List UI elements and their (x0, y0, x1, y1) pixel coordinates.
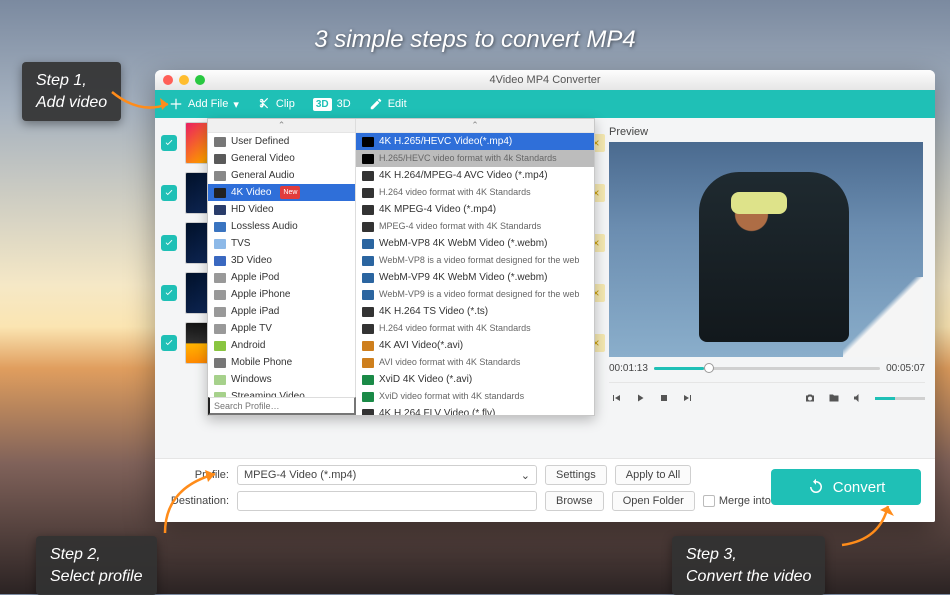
toolbar: Add File ▾ Clip 3D 3D Edit (155, 90, 935, 118)
window-title: 4Video MP4 Converter (155, 74, 935, 86)
zoom-icon[interactable] (195, 75, 205, 85)
checkbox-icon[interactable] (161, 185, 177, 201)
profile-format-item[interactable]: AVI video format with 4K Standards (356, 354, 594, 371)
profile-format-item[interactable]: 4K AVI Video(*.avi) (356, 337, 594, 354)
profile-category-item[interactable]: 4K VideoNew (208, 184, 355, 201)
next-button[interactable] (681, 391, 695, 405)
prev-button[interactable] (609, 391, 623, 405)
edit-icon (369, 97, 383, 111)
add-file-label: Add File (188, 98, 228, 110)
profile-category-item[interactable]: Apple iPhone (208, 286, 355, 303)
profile-format-item[interactable]: XviD video format with 4K standards (356, 388, 594, 405)
play-button[interactable] (633, 391, 647, 405)
profile-format-item[interactable]: H.264 video format with 4K Standards (356, 320, 594, 337)
time-current: 00:01:13 (609, 363, 648, 374)
scissors-icon (257, 97, 271, 111)
add-file-caret: ▾ (233, 98, 239, 111)
profile-format-item[interactable]: WebM-VP9 4K WebM Video (*.webm) (356, 269, 594, 286)
chevron-down-icon: ⌄ (521, 469, 530, 482)
profile-format-item[interactable]: 4K H.264 FLV Video (*.flv) (356, 405, 594, 415)
profile-category-item[interactable]: Apple TV (208, 320, 355, 337)
profile-category-item[interactable]: Apple iPad (208, 303, 355, 320)
destination-input[interactable] (237, 491, 537, 511)
edit-label: Edit (388, 98, 407, 110)
profile-format-item[interactable]: 4K MPEG-4 Video (*.mp4) (356, 201, 594, 218)
checkbox-icon[interactable] (161, 135, 177, 151)
bottom-bar: Profile: MPEG-4 Video (*.mp4) ⌄ Settings… (155, 458, 935, 522)
profile-category-item[interactable]: TVS (208, 235, 355, 252)
checkbox-icon[interactable] (161, 235, 177, 251)
browse-button[interactable]: Browse (545, 491, 604, 511)
stop-button[interactable] (657, 391, 671, 405)
preview-video (609, 142, 923, 357)
close-icon[interactable] (163, 75, 173, 85)
profile-category-item[interactable]: 3D Video (208, 252, 355, 269)
minimize-icon[interactable] (179, 75, 189, 85)
open-folder-button[interactable]: Open Folder (612, 491, 695, 511)
profile-dropdown-menu[interactable]: ⌃ User DefinedGeneral VideoGeneral Audio… (207, 118, 595, 416)
apply-all-button[interactable]: Apply to All (615, 465, 691, 485)
titlebar: 4Video MP4 Converter (155, 70, 935, 90)
profile-search-input[interactable] (208, 397, 356, 415)
profile-format-item[interactable]: H.264 video format with 4K Standards (356, 184, 594, 201)
convert-button[interactable]: Convert (771, 469, 921, 505)
profile-category-item[interactable]: General Video (208, 150, 355, 167)
callout-step2: Step 2, Select profile (36, 536, 157, 595)
3d-label: 3D (337, 98, 351, 110)
callout-step1: Step 1, Add video (22, 62, 121, 121)
profile-category-item[interactable]: Windows (208, 371, 355, 388)
profile-formats[interactable]: ⌃ 4K H.265/HEVC Video(*.mp4)H.265/HEVC v… (356, 119, 594, 415)
checkbox-icon[interactable] (161, 335, 177, 351)
profile-category-item[interactable]: HD Video (208, 201, 355, 218)
profile-format-item[interactable]: XviD 4K Video (*.avi) (356, 371, 594, 388)
3d-icon: 3D (313, 98, 332, 111)
callout-step3: Step 3, Convert the video (672, 536, 825, 595)
clip-button[interactable]: Clip (257, 97, 295, 111)
profile-category-item[interactable]: Lossless Audio (208, 218, 355, 235)
checkbox-icon[interactable] (161, 285, 177, 301)
convert-icon (807, 478, 825, 496)
snapshot-button[interactable] (803, 391, 817, 405)
add-file-icon (169, 97, 183, 111)
profile-format-item[interactable]: WebM-VP8 4K WebM Video (*.webm) (356, 235, 594, 252)
volume-icon[interactable] (851, 391, 865, 405)
profile-format-item[interactable]: H.265/HEVC video format with 4k Standard… (356, 150, 594, 167)
profile-format-item[interactable]: 4K H.265/HEVC Video(*.mp4) (356, 133, 594, 150)
profile-category-item[interactable]: General Audio (208, 167, 355, 184)
add-file-button[interactable]: Add File ▾ (169, 97, 239, 111)
3d-button[interactable]: 3D 3D (313, 98, 351, 111)
profile-category-item[interactable]: User Defined (208, 133, 355, 150)
edit-button[interactable]: Edit (369, 97, 407, 111)
convert-label: Convert (833, 479, 886, 496)
profile-category-item[interactable]: Apple iPod (208, 269, 355, 286)
profile-category-item[interactable]: Mobile Phone (208, 354, 355, 371)
seek-slider[interactable] (654, 367, 880, 370)
profile-format-item[interactable]: WebM-VP8 is a video format designed for … (356, 252, 594, 269)
profile-select[interactable]: MPEG-4 Video (*.mp4) ⌄ (237, 465, 537, 485)
profile-format-item[interactable]: 4K H.264 TS Video (*.ts) (356, 303, 594, 320)
chevron-up-icon[interactable]: ⌃ (208, 119, 355, 133)
time-total: 00:05:07 (886, 363, 925, 374)
profile-field-label: Profile: (165, 469, 229, 481)
folder-button[interactable] (827, 391, 841, 405)
profile-format-item[interactable]: 4K H.264/MPEG-4 AVC Video (*.mp4) (356, 167, 594, 184)
preview-label: Preview (609, 126, 925, 138)
dest-field-label: Destination: (165, 495, 229, 507)
profile-format-item[interactable]: MPEG-4 video format with 4K Standards (356, 218, 594, 235)
checkbox-icon (703, 495, 715, 507)
profile-categories[interactable]: ⌃ User DefinedGeneral VideoGeneral Audio… (208, 119, 356, 415)
profile-category-item[interactable]: Android (208, 337, 355, 354)
app-window: 4Video MP4 Converter Add File ▾ Clip 3D … (155, 70, 935, 522)
profile-value: MPEG-4 Video (*.mp4) (244, 469, 356, 481)
clip-label: Clip (276, 98, 295, 110)
chevron-up-icon[interactable]: ⌃ (356, 119, 594, 133)
page-headline: 3 simple steps to convert MP4 (0, 26, 950, 54)
settings-button[interactable]: Settings (545, 465, 607, 485)
profile-format-item[interactable]: WebM-VP9 is a video format designed for … (356, 286, 594, 303)
